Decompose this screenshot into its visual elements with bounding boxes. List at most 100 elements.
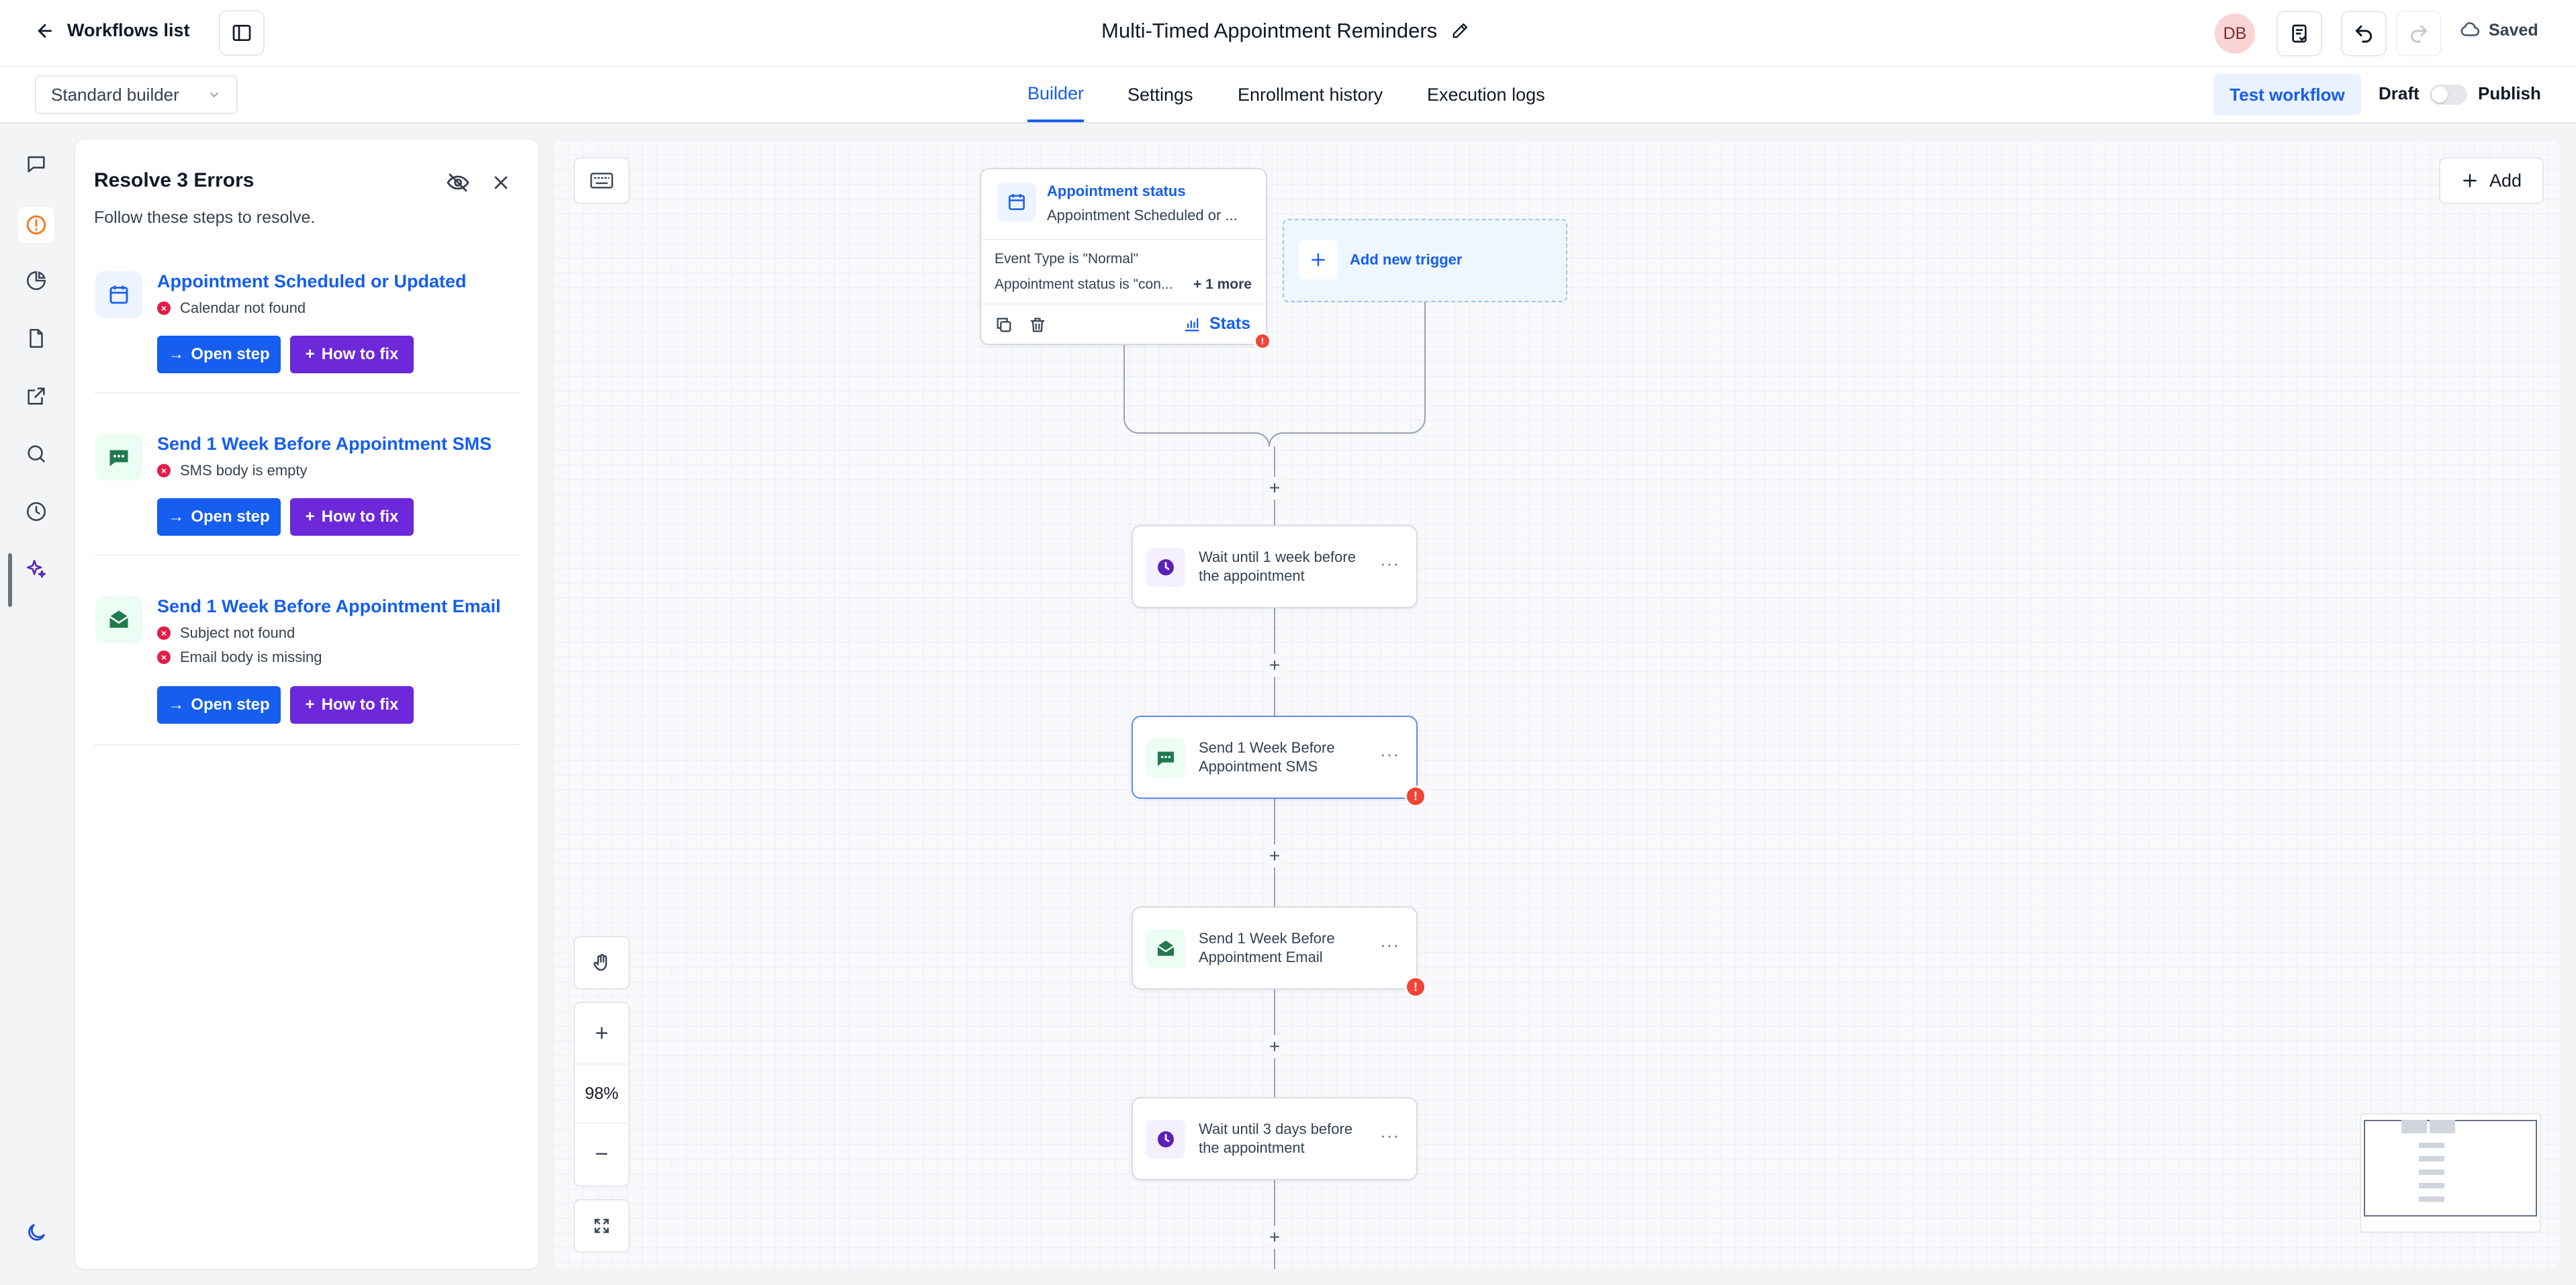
moon-icon[interactable]: [23, 1219, 50, 1246]
plus-icon: [1299, 240, 1338, 279]
tab-execution-logs[interactable]: Execution logs: [1427, 67, 1545, 122]
error-message: × Email body is missing: [157, 649, 322, 666]
error-step-title[interactable]: Appointment Scheduled or Updated: [157, 271, 467, 292]
workflow-title-area: Multi-Timed Appointment Reminders: [1101, 19, 1469, 43]
how-to-fix-button[interactable]: + How to fix: [290, 336, 414, 373]
open-step-button[interactable]: → Open step: [157, 336, 281, 373]
email-icon: [1146, 929, 1185, 968]
clipboard-check-icon: [2289, 23, 2310, 44]
workflow-step-sms[interactable]: Send 1 Week Before Appointment SMS ···: [1132, 716, 1418, 799]
builder-mode-select[interactable]: Standard builder: [35, 75, 238, 114]
close-panel-icon[interactable]: [490, 172, 512, 193]
step-label-line: the appointment: [1199, 1139, 1305, 1156]
plus-icon: +: [305, 508, 315, 526]
how-to-fix-label: How to fix: [321, 508, 399, 526]
hide-errors-eye-off-icon[interactable]: [446, 171, 470, 195]
expand-icon: [592, 1217, 611, 1235]
minimap-node: [2419, 1143, 2444, 1148]
step-label-line: Send 1 Week Before: [1199, 739, 1335, 756]
workflow-step-wait[interactable]: Wait until 3 days before the appointment…: [1132, 1097, 1418, 1180]
toggle-sidebar-button[interactable]: [219, 10, 265, 56]
sparkles-icon[interactable]: [23, 556, 50, 583]
external-link-icon[interactable]: [23, 383, 50, 410]
trigger-more-filters[interactable]: + 1 more: [1193, 277, 1252, 293]
how-to-fix-button[interactable]: + How to fix: [290, 686, 414, 724]
step-more-options-icon[interactable]: ···: [1380, 553, 1399, 574]
tab-enrollment-history[interactable]: Enrollment history: [1238, 67, 1383, 122]
avatar[interactable]: DB: [2215, 13, 2255, 54]
insert-step-plus-button[interactable]: +: [1263, 654, 1286, 677]
open-step-button[interactable]: → Open step: [157, 686, 281, 724]
pie-chart-icon[interactable]: [23, 267, 50, 294]
draft-label: Draft: [2379, 83, 2420, 103]
step-more-options-icon[interactable]: ···: [1380, 744, 1399, 765]
tab-builder[interactable]: Builder: [1027, 67, 1085, 122]
step-label: Wait until 1 week before the appointment: [1199, 548, 1356, 585]
minimap-node: [2401, 1120, 2427, 1133]
alert-circle-icon[interactable]: [18, 207, 54, 243]
error-message-text: Calendar not found: [180, 299, 306, 316]
arrow-right-icon: →: [168, 508, 185, 526]
minimap[interactable]: [2360, 1113, 2541, 1233]
calendar-icon: [95, 271, 142, 318]
minimap-viewport[interactable]: [2364, 1120, 2537, 1217]
keyboard-shortcuts-button[interactable]: [573, 157, 630, 204]
add-node-button[interactable]: Add: [2439, 157, 2544, 204]
plus-icon: +: [305, 696, 315, 714]
hand-icon: [591, 952, 612, 973]
error-x-icon: ×: [157, 651, 171, 664]
step-more-options-icon[interactable]: ···: [1380, 1125, 1399, 1146]
save-status-label: Saved: [2489, 20, 2538, 40]
tab-settings[interactable]: Settings: [1128, 67, 1193, 122]
plus-icon: [2461, 172, 2479, 189]
insert-step-plus-button[interactable]: +: [1263, 1035, 1286, 1058]
add-new-trigger-button[interactable]: Add new trigger: [1283, 219, 1567, 302]
workflow-canvas[interactable]: Add Appointment status Appointment Sched…: [553, 140, 2560, 1269]
edit-title-pencil-icon[interactable]: [1451, 21, 1469, 40]
minimap-node: [2430, 1120, 2455, 1133]
arrow-left-icon: [35, 21, 55, 41]
arrow-right-icon: →: [168, 696, 185, 714]
workflow-notes-button[interactable]: [2276, 11, 2322, 56]
open-step-label: Open step: [191, 345, 270, 363]
workflow-step-email[interactable]: Send 1 Week Before Appointment Email ···: [1132, 906, 1418, 990]
chat-icon[interactable]: [23, 150, 50, 177]
trash-icon[interactable]: [1028, 316, 1047, 334]
search-icon[interactable]: [23, 440, 50, 467]
how-to-fix-button[interactable]: + How to fix: [290, 498, 414, 536]
insert-step-plus-button[interactable]: +: [1263, 1226, 1286, 1249]
copy-icon[interactable]: [995, 316, 1013, 334]
workflow-step-wait[interactable]: Wait until 1 week before the appointment…: [1132, 525, 1418, 608]
step-label: Wait until 3 days before the appointment: [1199, 1120, 1352, 1157]
error-step-title[interactable]: Send 1 Week Before Appointment SMS: [157, 434, 492, 455]
error-step-title[interactable]: Send 1 Week Before Appointment Email: [157, 596, 501, 617]
open-step-button[interactable]: → Open step: [157, 498, 281, 536]
error-message-text: Email body is missing: [180, 649, 322, 665]
trigger-warning-badge: !: [1254, 332, 1271, 350]
how-to-fix-label: How to fix: [321, 345, 399, 363]
insert-step-plus-button[interactable]: +: [1263, 845, 1286, 867]
file-icon[interactable]: [23, 325, 50, 352]
test-workflow-button[interactable]: Test workflow: [2213, 74, 2361, 115]
step-label: Send 1 Week Before Appointment SMS: [1199, 739, 1335, 776]
publish-toggle[interactable]: [2430, 85, 2467, 105]
stats-button[interactable]: Stats: [1183, 314, 1250, 334]
error-message: × SMS body is empty: [157, 462, 308, 479]
step-label-line: Appointment SMS: [1199, 758, 1318, 775]
undo-button[interactable]: [2341, 11, 2387, 56]
insert-step-plus-button[interactable]: +: [1263, 477, 1286, 499]
step-more-options-icon[interactable]: ···: [1380, 935, 1399, 955]
errors-panel-title: Resolve 3 Errors: [94, 169, 255, 191]
history-icon[interactable]: [23, 498, 50, 525]
email-icon: [95, 596, 142, 643]
rail-scrollbar[interactable]: [8, 553, 12, 607]
back-to-workflows-button[interactable]: Workflows list: [35, 20, 190, 41]
connector-lines: [1123, 302, 1426, 1269]
trigger-card[interactable]: Appointment status Appointment Scheduled…: [980, 168, 1267, 345]
zoom-in-button[interactable]: +: [575, 1003, 629, 1063]
zoom-out-button[interactable]: −: [575, 1124, 629, 1184]
save-status: Saved: [2459, 20, 2538, 40]
redo-button[interactable]: [2396, 11, 2442, 56]
fit-view-button[interactable]: [573, 1199, 630, 1253]
pan-mode-button[interactable]: [573, 936, 630, 990]
